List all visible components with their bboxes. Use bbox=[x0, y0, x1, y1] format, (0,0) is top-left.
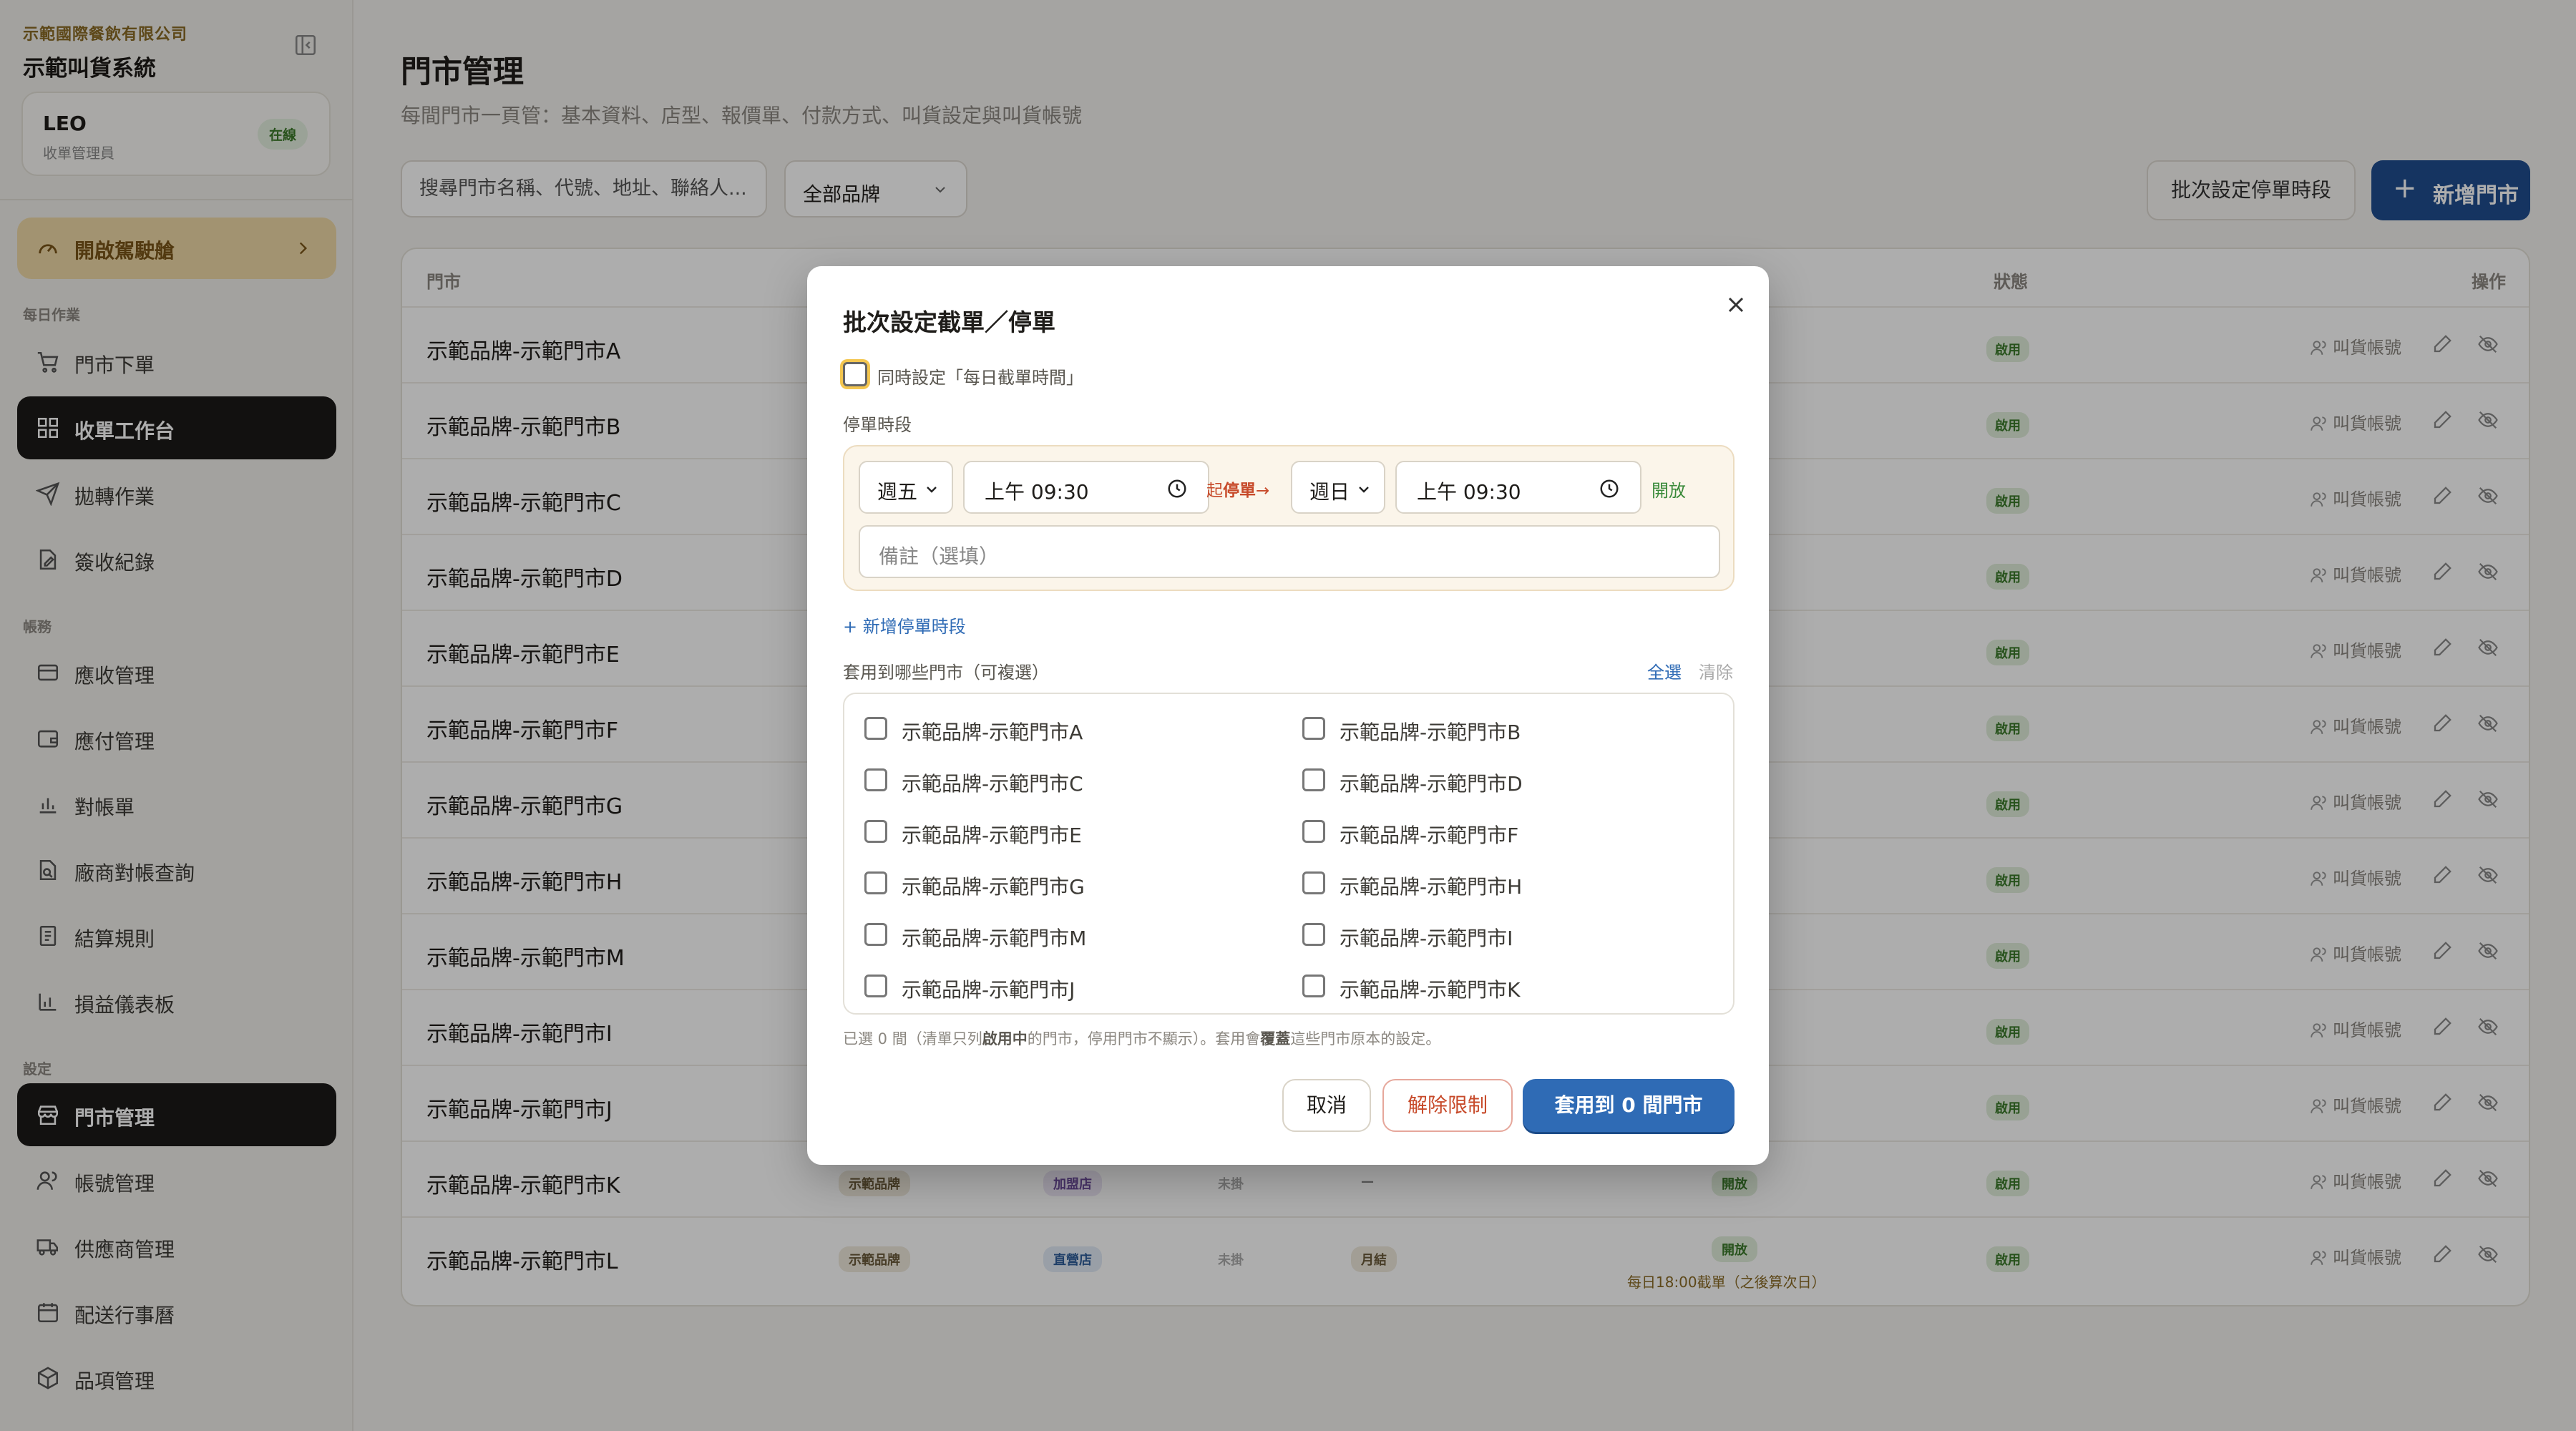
to-day-value: 週日 bbox=[1309, 480, 1350, 504]
store-checkbox[interactable] bbox=[864, 768, 887, 791]
store-option[interactable]: 示範品牌-示範門市M bbox=[864, 922, 1265, 950]
close-icon[interactable] bbox=[1723, 292, 1749, 318]
footnote-part: 這些門市原本的設定。 bbox=[1290, 1030, 1441, 1047]
chevron-down-icon bbox=[927, 487, 937, 493]
store-option[interactable]: 示範品牌-示範門市H bbox=[1302, 870, 1703, 899]
store-checkbox[interactable] bbox=[1302, 768, 1325, 791]
add-stop-period-link[interactable]: + 新增停單時段 bbox=[843, 612, 966, 638]
footnote-part: 的門市，停用門市不顯示）。套用會 bbox=[1027, 1030, 1261, 1047]
selection-footnote: 已選 0 間（清單只列啟用中的門市，停用門市不顯示）。套用會覆蓋這些門市原本的設… bbox=[843, 1027, 1440, 1049]
store-checkbox[interactable] bbox=[864, 820, 887, 843]
from-time-input[interactable]: 上午 09:30 bbox=[963, 461, 1209, 514]
arrow-key: 停單 bbox=[1223, 482, 1256, 500]
stop-arrow-label: 起停單→ bbox=[1206, 477, 1269, 501]
from-day-value: 週五 bbox=[877, 480, 918, 504]
store-option[interactable]: 示範品牌-示範門市D bbox=[1302, 767, 1703, 796]
remove-limit-button[interactable]: 解除限制 bbox=[1382, 1079, 1513, 1132]
note-input[interactable]: 備註（選填） bbox=[859, 525, 1720, 578]
store-option-label: 示範品牌-示範門市G bbox=[902, 875, 1085, 899]
store-option-label: 示範品牌-示範門市K bbox=[1340, 978, 1521, 1002]
clock-icon bbox=[1168, 479, 1186, 498]
store-option[interactable]: 示範品牌-示範門市E bbox=[864, 819, 1265, 847]
apply-button[interactable]: 套用到 0 間門市 bbox=[1523, 1079, 1735, 1132]
store-checkbox[interactable] bbox=[864, 717, 887, 740]
store-checkbox[interactable] bbox=[864, 975, 887, 997]
to-time-input[interactable]: 上午 09:30 bbox=[1395, 461, 1641, 514]
store-option[interactable]: 示範品牌-示範門市G bbox=[864, 870, 1265, 899]
store-checkbox[interactable] bbox=[1302, 871, 1325, 894]
modal-title: 批次設定截單／停單 bbox=[843, 308, 1055, 336]
store-option[interactable]: 示範品牌-示範門市J bbox=[864, 973, 1265, 1002]
store-checkbox[interactable] bbox=[864, 871, 887, 894]
store-checkbox[interactable] bbox=[1302, 717, 1325, 740]
to-time-value: 上午 09:30 bbox=[1417, 480, 1521, 504]
cancel-button[interactable]: 取消 bbox=[1282, 1079, 1371, 1132]
select-all-link[interactable]: 全選 bbox=[1647, 658, 1682, 683]
store-option-label: 示範品牌-示範門市B bbox=[1340, 721, 1521, 744]
store-checkbox-list: 示範品牌-示範門市A 示範品牌-示範門市B 示範品牌-示範門市C 示範品牌-示範… bbox=[843, 693, 1735, 1015]
stop-period-label: 停單時段 bbox=[843, 415, 912, 435]
apply-stores-label: 套用到哪些門市（可複選） bbox=[843, 663, 1049, 683]
daily-cutoff-label: 同時設定「每日截單時間」 bbox=[877, 368, 1083, 388]
store-option-label: 示範品牌-示範門市J bbox=[902, 978, 1075, 1002]
open-label: 開放 bbox=[1652, 481, 1686, 501]
daily-cutoff-checkbox[interactable] bbox=[843, 362, 867, 386]
arrow-post: → bbox=[1256, 482, 1270, 500]
footnote-bold: 啟用中 bbox=[982, 1030, 1028, 1047]
stop-period-row: 週五 上午 09:30 起停單→ 週日 上午 09:30 開放 備註（選填） bbox=[843, 445, 1735, 591]
store-option[interactable]: 示範品牌-示範門市I bbox=[1302, 922, 1703, 950]
store-checkbox[interactable] bbox=[1302, 923, 1325, 946]
store-option-label: 示範品牌-示範門市A bbox=[902, 721, 1083, 744]
store-option[interactable]: 示範品牌-示範門市C bbox=[864, 767, 1265, 796]
clock-icon bbox=[1600, 479, 1619, 498]
footnote-part: 已選 0 間（清單只列 bbox=[843, 1030, 982, 1047]
from-time-value: 上午 09:30 bbox=[985, 480, 1089, 504]
store-option[interactable]: 示範品牌-示範門市K bbox=[1302, 973, 1703, 1002]
store-option-label: 示範品牌-示範門市F bbox=[1340, 824, 1519, 847]
to-day-select[interactable]: 週日 bbox=[1291, 461, 1385, 514]
store-option-label: 示範品牌-示範門市C bbox=[902, 772, 1083, 796]
store-option-label: 示範品牌-示範門市D bbox=[1340, 772, 1523, 796]
store-option-label: 示範品牌-示範門市E bbox=[902, 824, 1082, 847]
store-checkbox[interactable] bbox=[864, 923, 887, 946]
store-checkbox[interactable] bbox=[1302, 975, 1325, 997]
store-option[interactable]: 示範品牌-示範門市A bbox=[864, 716, 1265, 744]
store-option[interactable]: 示範品牌-示範門市B bbox=[1302, 716, 1703, 744]
footnote-bold: 覆蓋 bbox=[1260, 1030, 1291, 1047]
store-option-label: 示範品牌-示範門市H bbox=[1340, 875, 1523, 899]
store-option-label: 示範品牌-示範門市I bbox=[1340, 927, 1513, 950]
store-option-label: 示範品牌-示範門市M bbox=[902, 927, 1087, 950]
arrow-pre: 起 bbox=[1206, 482, 1223, 500]
clear-link[interactable]: 清除 bbox=[1699, 658, 1733, 683]
chevron-down-icon bbox=[1359, 487, 1369, 493]
store-checkbox[interactable] bbox=[1302, 820, 1325, 843]
store-option[interactable]: 示範品牌-示範門市F bbox=[1302, 819, 1703, 847]
from-day-select[interactable]: 週五 bbox=[859, 461, 953, 514]
batch-cutoff-modal: 批次設定截單／停單 同時設定「每日截單時間」 停單時段 週五 上午 09:30 … bbox=[807, 266, 1769, 1165]
